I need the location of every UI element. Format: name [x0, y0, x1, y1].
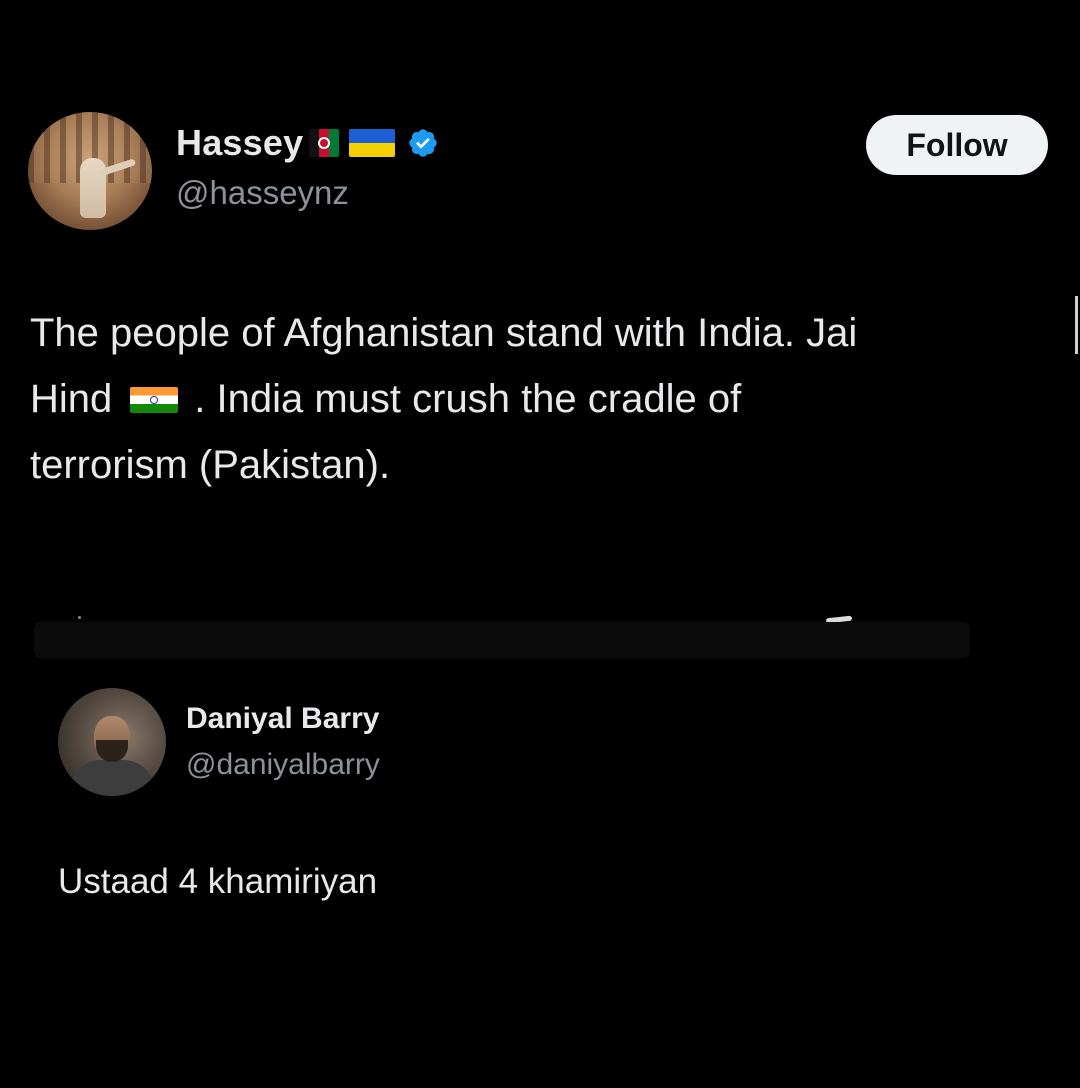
edge-artifact [1075, 296, 1078, 354]
avatar-beard [96, 740, 128, 762]
tweet-text-line-3: terrorism (Pakistan). [30, 443, 391, 487]
verified-badge-icon [409, 129, 437, 157]
main-tweet-handle[interactable]: @hasseynz [176, 174, 349, 212]
afghanistan-flag-icon [309, 129, 340, 157]
tweet-text-line-2-prefix: Hind [30, 377, 113, 421]
screenshot-page: Hassey @hasseynz Follow The people of Af… [0, 0, 1080, 1088]
follow-button[interactable]: Follow [866, 115, 1048, 175]
reply-handle[interactable]: @daniyalbarry [186, 748, 380, 782]
india-flag-icon [130, 387, 179, 413]
ukraine-flag-icon [349, 129, 396, 157]
divider-dot [78, 616, 81, 619]
reply-text: Ustaad 4 khamiriyan [58, 862, 378, 901]
reply-display-name[interactable]: Daniyal Barry [186, 702, 379, 736]
avatar-figure [80, 158, 106, 218]
main-tweet-display-name[interactable]: Hassey [176, 122, 303, 164]
cropped-action-bar [34, 622, 970, 658]
main-tweet-text: The people of Afghanistan stand with Ind… [30, 300, 1040, 498]
daniyal-avatar[interactable] [58, 688, 166, 796]
avatar-jacket [70, 760, 154, 796]
tweet-text-line-2: Hind . India must crush the cradle of [30, 366, 1040, 432]
hassey-avatar[interactable] [28, 112, 152, 230]
main-tweet-name-row: Hassey [176, 122, 439, 164]
tweet-text-line-2-rest: . India must crush the cradle of [194, 377, 742, 421]
tweet-text-line-1: The people of Afghanistan stand with Ind… [30, 311, 858, 355]
